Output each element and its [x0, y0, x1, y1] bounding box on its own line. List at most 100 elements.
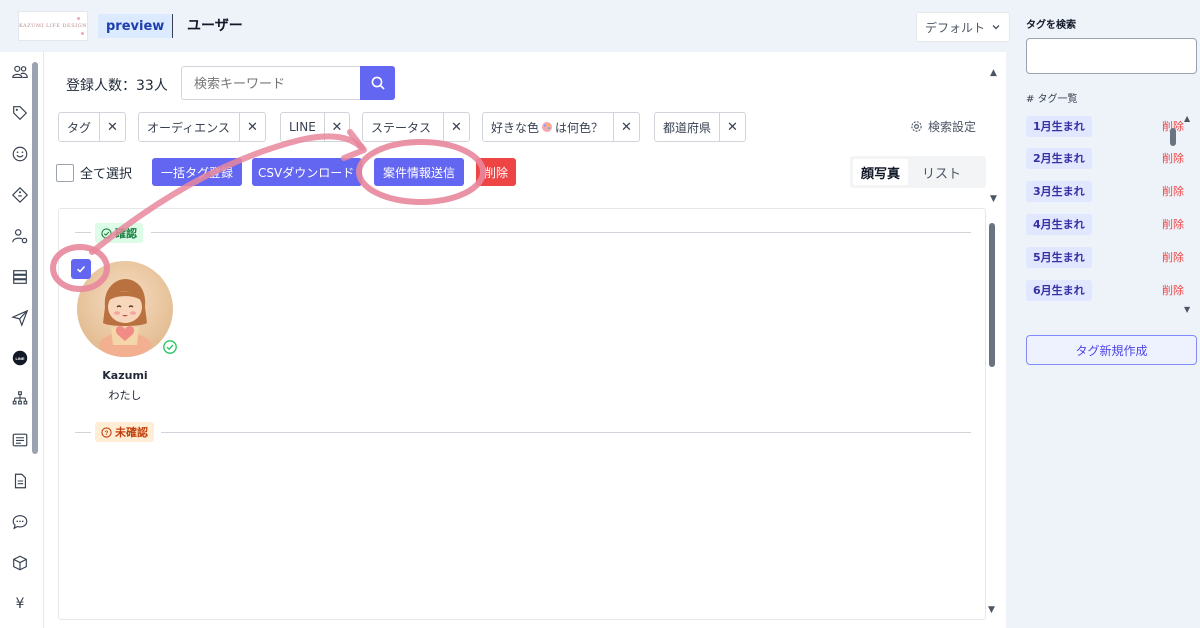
user-select-checkbox[interactable] — [71, 259, 91, 279]
close-icon[interactable]: ✕ — [323, 113, 349, 141]
filter-chip-favorite-color[interactable]: 好きな色 は何色？ ✕ — [482, 112, 640, 142]
tag-row: 6月生まれ 削除 — [1026, 279, 1186, 301]
scroll-down-arrow[interactable]: ▼ — [988, 605, 995, 615]
yen-icon-label: ¥ — [15, 596, 25, 612]
filter-chip-audience[interactable]: オーディエンス ✕ — [138, 112, 266, 142]
scroll-down-arrow[interactable]: ▼ — [1184, 305, 1190, 314]
user-nickname: わたし — [108, 389, 142, 402]
filter-chip-prefecture[interactable]: 都道府県 ✕ — [654, 112, 746, 142]
tag-pill[interactable]: 3月生まれ — [1026, 180, 1092, 202]
filter-label-part: は何色？ — [555, 120, 604, 135]
tag-sidebar: タグを検索 # タグ一覧 1月生まれ 削除 2月生まれ 削除 3月生まれ 削除 … — [1016, 0, 1200, 628]
verified-icon — [162, 339, 178, 359]
logo-dot — [77, 17, 80, 20]
tab-list[interactable]: リスト — [914, 159, 969, 185]
search-settings-link[interactable]: 検索設定 — [910, 118, 976, 135]
view-preset-value: デフォルト — [925, 20, 986, 35]
tag-row: 5月生まれ 削除 — [1026, 246, 1186, 268]
tab-face-photo[interactable]: 顔写真 — [853, 159, 909, 185]
close-icon[interactable]: ✕ — [99, 113, 125, 141]
tag-list-title: # タグ一覧 — [1026, 94, 1078, 105]
tag-pill[interactable]: 5月生まれ — [1026, 246, 1092, 268]
create-tag-button[interactable]: タグ新規作成 — [1026, 335, 1197, 365]
header-divider — [172, 14, 173, 38]
users-icon[interactable] — [6, 58, 34, 86]
yen-icon[interactable]: ¥ — [6, 590, 34, 618]
status-badge-label: 確認 — [115, 227, 137, 240]
filter-label: LINE — [289, 120, 316, 134]
tag-list-scrollbar[interactable] — [1170, 128, 1176, 146]
search-icon — [371, 76, 385, 90]
filter-chip-line[interactable]: LINE ✕ — [280, 112, 350, 142]
document-icon[interactable] — [6, 467, 34, 495]
send-project-info-button[interactable]: 案件情報送信 — [374, 158, 464, 186]
chevron-down-icon — [992, 25, 1000, 30]
card-grid-scrollbar[interactable] — [989, 223, 995, 367]
brand-logo[interactable]: KAZUMI LIFE DESIGN — [18, 11, 88, 41]
group-divider — [161, 432, 971, 433]
select-all-control[interactable]: 全て選択 — [56, 163, 132, 182]
smile-icon[interactable] — [6, 140, 34, 168]
list-icon[interactable] — [6, 426, 34, 454]
svg-text:?: ? — [105, 429, 109, 436]
tag-delete-link[interactable]: 削除 — [1162, 249, 1184, 265]
group-divider — [75, 232, 91, 233]
close-icon[interactable]: ✕ — [443, 113, 469, 141]
delete-button[interactable]: 削除 — [476, 158, 516, 186]
line-icon-label: LINE — [15, 356, 24, 361]
view-toggle: 顔写真 リスト — [850, 156, 986, 188]
avatar-illustration — [99, 279, 151, 357]
tag-pill[interactable]: 1月生まれ — [1026, 115, 1092, 137]
group-divider — [151, 232, 971, 233]
user-name[interactable]: Kazumi — [79, 369, 171, 382]
tag-pill[interactable]: 2月生まれ — [1026, 147, 1092, 169]
tag-row: 2月生まれ 削除 — [1026, 147, 1186, 169]
tag-icon[interactable] — [6, 99, 34, 127]
scroll-down-arrow[interactable]: ▼ — [990, 194, 997, 204]
tag-search-input[interactable] — [1026, 38, 1197, 74]
filter-chip-status[interactable]: ステータス ✕ — [362, 112, 470, 142]
send-icon[interactable] — [6, 304, 34, 332]
tag-row: 4月生まれ 削除 — [1026, 213, 1186, 235]
tag-row: 1月生まれ 削除 — [1026, 115, 1186, 137]
close-icon[interactable]: ✕ — [613, 113, 639, 141]
filter-label: ステータス — [371, 120, 432, 135]
app-header: KAZUMI LIFE DESIGN preview ユーザー デフォルト — [0, 0, 1016, 52]
tag-pill[interactable]: 6月生まれ — [1026, 279, 1092, 301]
search-button[interactable] — [360, 66, 395, 100]
scroll-up-arrow[interactable]: ▲ — [990, 68, 997, 78]
user-settings-icon[interactable] — [6, 222, 34, 250]
main-panel: 登録人数：33人 タグ ✕ オーディエンス ✕ LINE ✕ ステータス ✕ 好… — [44, 52, 1006, 628]
tag-delete-link[interactable]: 削除 — [1162, 282, 1184, 298]
scroll-up-arrow[interactable]: ▲ — [1184, 114, 1190, 123]
user-card-grid: 確認 Kazumi わたし ? 未確認 ▼ — [58, 208, 995, 620]
tag-delete-link[interactable]: 削除 — [1162, 150, 1184, 166]
search-settings-label: 検索設定 — [928, 120, 977, 134]
filter-label: タグ — [67, 120, 92, 135]
bulk-tag-button[interactable]: 一括タグ登録 — [152, 158, 242, 186]
csv-download-button[interactable]: CSVダウンロード — [252, 158, 362, 186]
paint-palette-icon — [542, 122, 553, 132]
ticket-icon[interactable] — [6, 181, 34, 209]
question-circle-icon: ? — [101, 426, 112, 438]
select-all-checkbox[interactable] — [56, 163, 74, 182]
sitemap-icon[interactable] — [6, 385, 34, 413]
chat-icon[interactable] — [6, 508, 34, 536]
cube-icon[interactable] — [6, 549, 34, 577]
group-divider — [75, 432, 91, 433]
avatar[interactable] — [77, 261, 173, 357]
tag-pill[interactable]: 4月生まれ — [1026, 213, 1092, 235]
tag-delete-link[interactable]: 削除 — [1162, 183, 1184, 199]
filter-chip-tag[interactable]: タグ ✕ — [58, 112, 126, 142]
status-badge-confirmed: 確認 — [95, 223, 143, 243]
keyword-search-input[interactable] — [181, 66, 361, 100]
view-preset-select[interactable]: デフォルト — [916, 12, 1010, 42]
tag-delete-link[interactable]: 削除 — [1162, 216, 1184, 232]
rail-scrollbar[interactable] — [32, 62, 38, 454]
line-icon[interactable]: LINE — [6, 344, 34, 372]
select-all-label: 全て選択 — [80, 167, 133, 182]
close-icon[interactable]: ✕ — [719, 113, 745, 141]
database-icon[interactable] — [6, 263, 34, 291]
close-icon[interactable]: ✕ — [239, 113, 265, 141]
status-badge-unconfirmed: ? 未確認 — [95, 422, 154, 442]
